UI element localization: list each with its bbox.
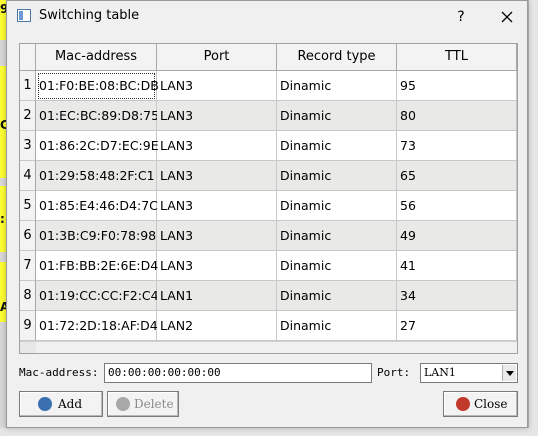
cell-mac-address[interactable]: 01:3B:C9:F0:78:98	[36, 221, 157, 251]
help-button[interactable]: ?	[443, 4, 479, 30]
window-icon	[17, 9, 31, 22]
background-text-3: :	[0, 212, 5, 226]
cell-record-type[interactable]: Dinamic	[277, 251, 397, 281]
cell-port[interactable]: LAN1	[157, 281, 277, 311]
cell-ttl[interactable]: 34	[397, 281, 517, 311]
row-number[interactable]: 2	[20, 101, 36, 131]
cell-port[interactable]: LAN3	[157, 161, 277, 191]
close-button[interactable]: Close	[443, 391, 518, 417]
cell-record-type[interactable]: Dinamic	[277, 311, 397, 341]
cell-ttl[interactable]: 80	[397, 101, 517, 131]
cell-record-type[interactable]: Dinamic	[277, 161, 397, 191]
row-number[interactable]: 8	[20, 281, 36, 311]
mac-address-input[interactable]: 00:00:00:00:00:00	[104, 363, 372, 383]
add-button-label: Add	[58, 397, 83, 411]
row-number[interactable]: 7	[20, 251, 36, 281]
table-header: Mac-address Port Record type TTL	[20, 44, 517, 71]
cell-port[interactable]: LAN3	[157, 221, 277, 251]
port-label: Port:	[377, 366, 411, 379]
cell-mac-address[interactable]: 01:F0:BE:08:BC:DB	[36, 71, 159, 101]
mac-address-label: Mac-address:	[19, 366, 99, 379]
table-row[interactable]: 3 01:86:2C:D7:EC:9E LAN3 Dinamic 73	[20, 131, 517, 161]
cell-mac-address[interactable]: 01:86:2C:D7:EC:9E	[36, 131, 159, 161]
cell-mac-address[interactable]: 01:FB:BB:2E:6E:D4	[36, 251, 158, 281]
cell-record-type[interactable]: Dinamic	[277, 281, 397, 311]
table-corner[interactable]	[20, 44, 36, 71]
delete-button-label: Delete	[134, 397, 174, 411]
chevron-down-icon[interactable]	[502, 365, 516, 381]
cell-ttl[interactable]: 49	[397, 221, 517, 251]
add-button[interactable]: Add	[19, 391, 103, 417]
cell-record-type[interactable]: Dinamic	[277, 191, 397, 221]
close-window-button[interactable]	[489, 4, 525, 30]
cell-port[interactable]: LAN2	[157, 311, 277, 341]
background-bottom-edge	[0, 428, 538, 436]
port-select[interactable]: LAN1	[420, 363, 518, 383]
table-row[interactable]: 2 01:EC:BC:89:D8:75 LAN3 Dinamic 80	[20, 101, 517, 131]
add-icon	[38, 397, 52, 411]
cell-port[interactable]: LAN3	[157, 101, 277, 131]
dialog-title: Switching table	[39, 8, 140, 23]
horizontal-scrollbar[interactable]	[20, 341, 517, 353]
table-row[interactable]: 1 01:F0:BE:08:BC:DB LAN3 Dinamic 95	[20, 71, 517, 101]
cell-ttl[interactable]: 65	[397, 161, 517, 191]
cell-record-type[interactable]: Dinamic	[277, 101, 397, 131]
row-number[interactable]: 5	[20, 191, 36, 221]
row-number[interactable]: 1	[20, 71, 36, 101]
cell-ttl[interactable]: 95	[397, 71, 517, 101]
close-icon	[501, 11, 513, 23]
scrollbar-corner	[20, 342, 36, 353]
table-row[interactable]: 9 01:72:2D:18:AF:D4 LAN2 Dinamic 27	[20, 311, 517, 341]
column-header-record-type[interactable]: Record type	[277, 44, 397, 71]
cell-ttl[interactable]: 27	[397, 311, 517, 341]
column-header-port[interactable]: Port	[157, 44, 277, 71]
switching-table-dialog: Switching table ? Mac-address Port Recor…	[6, 0, 528, 428]
delete-button[interactable]: Delete	[107, 391, 179, 417]
column-header-ttl[interactable]: TTL	[397, 44, 517, 71]
table-row[interactable]: 7 01:FB:BB:2E:6E:D4 LAN3 Dinamic 41	[20, 251, 517, 281]
switching-table[interactable]: Mac-address Port Record type TTL 1 01:F0…	[19, 43, 518, 354]
cell-ttl[interactable]: 41	[397, 251, 517, 281]
column-header-mac-address[interactable]: Mac-address	[36, 44, 157, 71]
cell-record-type[interactable]: Dinamic	[277, 71, 397, 101]
table-row[interactable]: 8 01:19:CC:CC:F2:C4 LAN1 Dinamic 34	[20, 281, 517, 311]
cell-mac-address[interactable]: 01:85:E4:46:D4:7C	[36, 191, 158, 221]
cell-mac-address[interactable]: 01:EC:BC:89:D8:75	[36, 101, 159, 131]
close-icon	[456, 397, 470, 411]
table-row[interactable]: 4 01:29:58:48:2F:C1 LAN3 Dinamic 65	[20, 161, 517, 191]
cell-port[interactable]: LAN3	[157, 251, 277, 281]
row-number[interactable]: 9	[20, 311, 36, 341]
table-row[interactable]: 6 01:3B:C9:F0:78:98 LAN3 Dinamic 49	[20, 221, 517, 251]
close-button-label: Close	[474, 397, 508, 411]
delete-icon	[116, 397, 130, 411]
background-right-edge	[528, 0, 538, 436]
cell-mac-address[interactable]: 01:29:58:48:2F:C1	[36, 161, 157, 191]
cell-record-type[interactable]: Dinamic	[277, 221, 397, 251]
row-number[interactable]: 3	[20, 131, 36, 161]
cell-mac-address[interactable]: 01:72:2D:18:AF:D4	[36, 311, 158, 341]
row-number[interactable]: 6	[20, 221, 36, 251]
cell-port[interactable]: LAN3	[157, 191, 277, 221]
table-row[interactable]: 5 01:85:E4:46:D4:7C LAN3 Dinamic 56	[20, 191, 517, 221]
cell-ttl[interactable]: 73	[397, 131, 517, 161]
cell-port[interactable]: LAN3	[157, 71, 277, 101]
row-number[interactable]: 4	[20, 161, 36, 191]
cell-mac-address[interactable]: 01:19:CC:CC:F2:C4	[36, 281, 159, 311]
port-select-value: LAN1	[424, 366, 456, 379]
cell-ttl[interactable]: 56	[397, 191, 517, 221]
title-bar: Switching table ?	[7, 1, 527, 33]
cell-record-type[interactable]: Dinamic	[277, 131, 397, 161]
cell-port[interactable]: LAN3	[157, 131, 277, 161]
